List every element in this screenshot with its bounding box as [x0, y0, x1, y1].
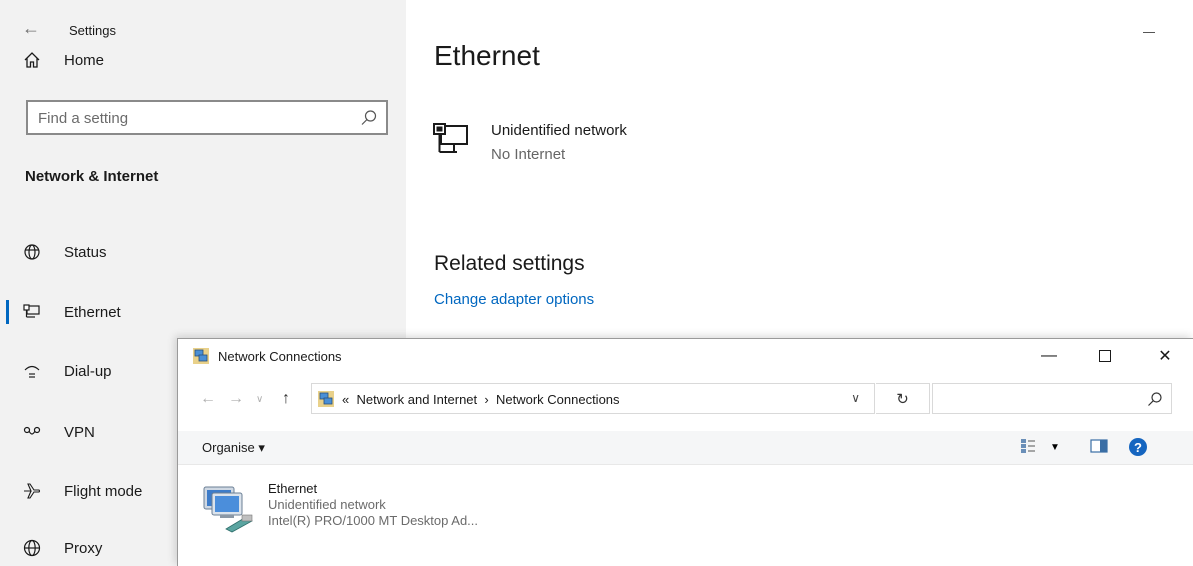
svg-text:?: ?	[1134, 440, 1142, 455]
change-adapter-options-link[interactable]: Change adapter options	[434, 291, 594, 308]
globe-status-icon	[22, 242, 42, 262]
app-title: Settings	[69, 23, 116, 38]
address-bar[interactable]: « Network and Internet › Network Connect…	[311, 383, 875, 414]
sidebar-item-label: Ethernet	[64, 303, 121, 321]
change-view-icon[interactable]	[1020, 438, 1036, 459]
help-icon[interactable]: ?	[1128, 437, 1148, 462]
adapter-name: Ethernet	[268, 481, 318, 496]
search-icon[interactable]	[360, 109, 378, 127]
network-adapter-icon	[200, 485, 256, 533]
close-button[interactable]: ✕	[1146, 339, 1184, 373]
breadcrumb-item[interactable]: Network and Internet	[356, 392, 477, 407]
sidebar-item-label: Proxy	[64, 539, 103, 557]
globe-icon	[22, 538, 42, 558]
network-monitor-icon	[433, 122, 471, 158]
sidebar-item-label: Home	[64, 51, 105, 69]
sidebar-item-label: Status	[64, 243, 107, 261]
address-bar-row: ← → ∨ ↑ « Network and Internet › Network…	[178, 383, 1193, 417]
minimize-button[interactable]: —	[1030, 339, 1068, 373]
sidebar-item-label: Flight mode	[64, 482, 143, 500]
breadcrumb: « Network and Internet › Network Connect…	[342, 392, 620, 407]
sidebar-item-status[interactable]: Status	[0, 232, 406, 272]
section-title: Network & Internet	[25, 168, 159, 185]
related-settings-heading: Related settings	[434, 252, 585, 275]
list-item-ethernet-adapter[interactable]: Ethernet Unidentified network Intel(R) P…	[200, 479, 520, 539]
back-arrow-icon[interactable]: ←	[22, 18, 42, 38]
screen: ← Settings Home Network & Internet Statu…	[0, 0, 1193, 566]
refresh-button[interactable]: ↻	[876, 383, 930, 414]
sidebar-item-ethernet[interactable]: Ethernet	[0, 292, 406, 332]
refresh-icon: ↻	[896, 390, 909, 408]
up-arrow-icon[interactable]: ↑	[282, 390, 290, 408]
ethernet-icon	[22, 302, 42, 322]
minimize-icon[interactable]	[1143, 32, 1155, 33]
home-icon	[22, 50, 42, 70]
window-search-box[interactable]	[932, 383, 1172, 414]
search-input[interactable]	[38, 107, 338, 129]
network-connections-window: Network Connections — ✕ ← → ∨ ↑ « Networ…	[177, 338, 1193, 566]
preview-pane-icon[interactable]	[1090, 438, 1108, 459]
back-icon[interactable]: ←	[200, 390, 216, 408]
window-titlebar[interactable]: Network Connections — ✕	[178, 339, 1193, 373]
vpn-icon	[22, 422, 42, 442]
sidebar-item-home[interactable]: Home	[0, 40, 406, 80]
breadcrumb-item[interactable]: Network Connections	[496, 392, 620, 407]
network-name[interactable]: Unidentified network	[491, 122, 627, 139]
command-bar: Organise ▾ ▼ ?	[178, 431, 1193, 465]
chevron-down-icon[interactable]: ∨	[851, 391, 860, 405]
airplane-icon	[22, 481, 42, 501]
search-icon[interactable]	[1147, 391, 1163, 407]
active-indicator	[6, 300, 9, 324]
organise-menu[interactable]: Organise ▾	[202, 440, 265, 456]
network-connections-icon	[317, 390, 335, 408]
adapter-device: Intel(R) PRO/1000 MT Desktop Ad...	[268, 513, 479, 528]
page-title: Ethernet	[434, 40, 540, 71]
adapter-status: Unidentified network	[268, 497, 386, 512]
network-status: No Internet	[491, 146, 566, 163]
search-input[interactable]	[939, 389, 1139, 409]
forward-icon[interactable]: →	[228, 390, 244, 408]
view-options-dropdown-icon[interactable]: ▼	[1050, 442, 1060, 453]
network-connections-icon	[192, 347, 210, 365]
window-title: Network Connections	[218, 349, 342, 364]
breadcrumb-overflow[interactable]: «	[342, 392, 349, 407]
recent-locations-icon[interactable]: ∨	[256, 394, 263, 405]
sidebar-item-label: VPN	[64, 423, 95, 441]
dial-up-icon	[22, 361, 42, 381]
maximize-button[interactable]	[1086, 339, 1124, 373]
find-setting-search[interactable]	[26, 100, 388, 135]
breadcrumb-separator[interactable]: ›	[484, 392, 488, 407]
sidebar-item-label: Dial-up	[64, 362, 112, 380]
